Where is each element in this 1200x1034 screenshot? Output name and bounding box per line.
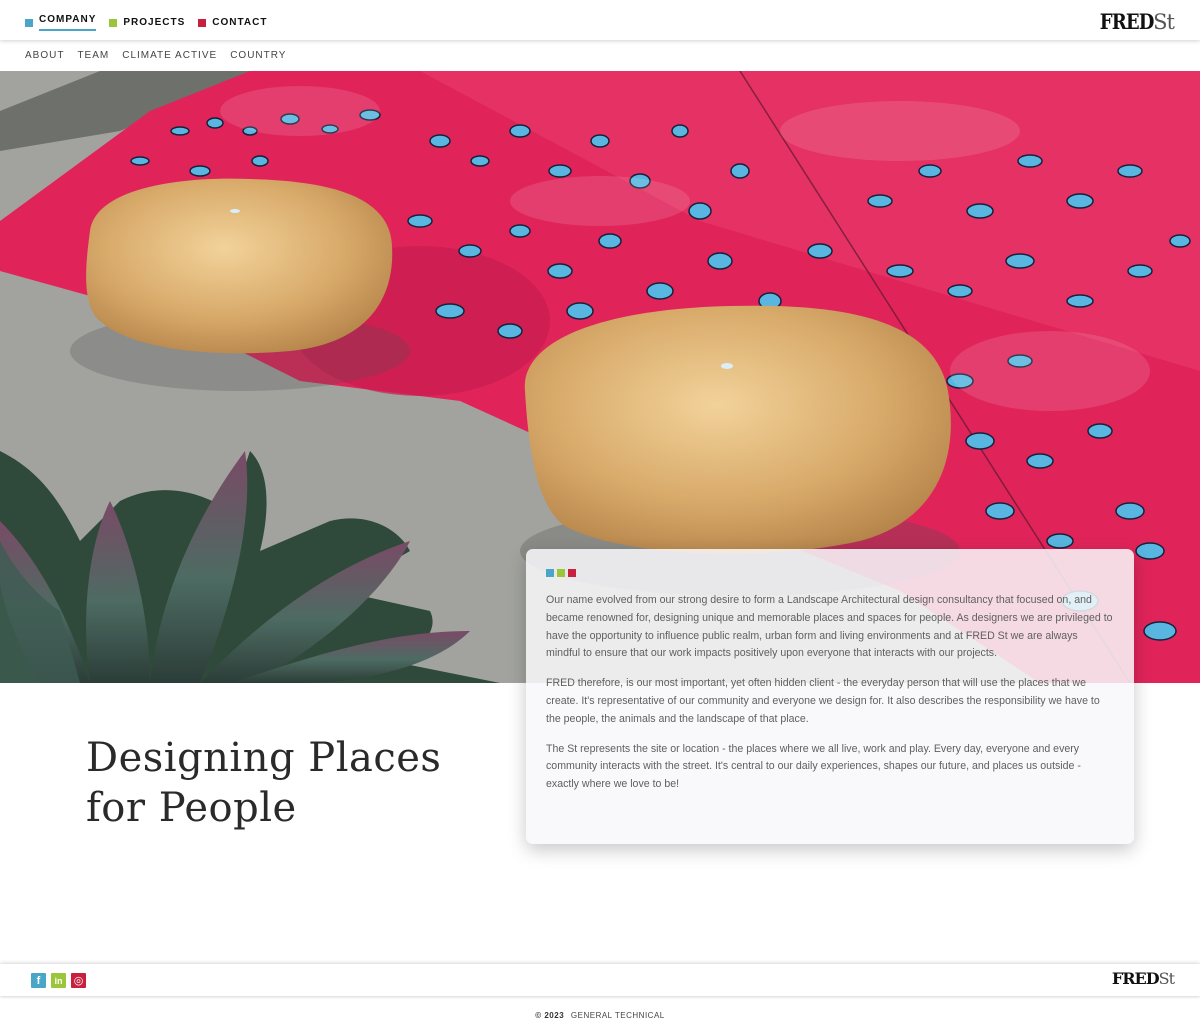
credit-link[interactable]: GENERAL TECHNICAL xyxy=(571,1011,665,1020)
sub-nav: ABOUT TEAM CLIMATE ACTIVE COUNTRY xyxy=(0,40,1200,71)
footer-logo-bold-text: FRED xyxy=(1111,969,1160,988)
nav-square-icon xyxy=(109,18,118,27)
nav-projects[interactable]: PROJECTS xyxy=(109,14,185,31)
subnav-climate-active[interactable]: CLIMATE ACTIVE xyxy=(122,50,217,61)
social-links: f in ◎ xyxy=(31,973,86,988)
linkedin-icon[interactable]: in xyxy=(51,973,66,988)
about-paragraph-2: FRED therefore, is our most important, y… xyxy=(546,677,1100,725)
logo-bold-text: FRED xyxy=(1099,9,1154,34)
subnav-team[interactable]: TEAM xyxy=(77,50,109,61)
footer: f in ◎ FRED St xyxy=(0,964,1200,996)
footer-logo[interactable]: FRED St xyxy=(1111,969,1175,988)
nav-company[interactable]: COMPANY xyxy=(25,14,97,31)
instagram-icon[interactable]: ◎ xyxy=(71,973,86,988)
about-card: Our name evolved from our strong desire … xyxy=(526,549,1134,844)
subnav-country[interactable]: COUNTRY xyxy=(230,50,286,61)
nav-projects-label: PROJECTS xyxy=(123,16,186,28)
brand-squares xyxy=(546,569,1114,577)
copyright-line: © 2023 GENERAL TECHNICAL xyxy=(0,1011,1200,1020)
top-header: COMPANY PROJECTS CONTACT FRED St xyxy=(0,0,1200,40)
subnav-about[interactable]: ABOUT xyxy=(25,50,64,61)
nav-contact-label: CONTACT xyxy=(212,16,268,28)
nav-contact[interactable]: CONTACT xyxy=(198,14,267,31)
red-square-icon xyxy=(568,569,576,577)
blue-square-icon xyxy=(546,569,554,577)
copyright-year: © 2023 xyxy=(535,1011,565,1020)
nav-square-icon xyxy=(25,18,33,27)
facebook-icon[interactable]: f xyxy=(31,973,46,988)
about-paragraph-3: The St represents the site or location -… xyxy=(546,742,1081,791)
nav-square-icon xyxy=(198,18,207,27)
logo-light-text: St xyxy=(1153,10,1175,34)
about-paragraph-1: Our name evolved from our strong desire … xyxy=(546,594,1113,660)
fredst-logo[interactable]: FRED St xyxy=(1091,9,1175,34)
page-title: Designing Places for People xyxy=(86,735,442,831)
green-square-icon xyxy=(557,569,565,577)
main-nav: COMPANY PROJECTS CONTACT xyxy=(25,14,267,31)
nav-company-label: COMPANY xyxy=(39,14,97,31)
footer-logo-light-text: St xyxy=(1158,969,1175,988)
